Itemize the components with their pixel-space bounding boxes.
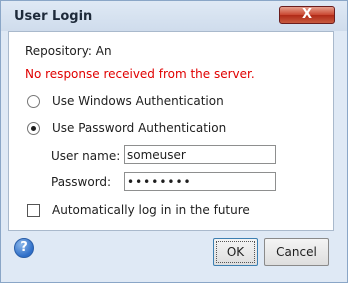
error-message: No response received from the server. bbox=[25, 67, 255, 81]
cancel-button[interactable]: Cancel bbox=[264, 238, 329, 266]
username-input[interactable] bbox=[124, 145, 276, 164]
help-icon[interactable]: ? bbox=[14, 238, 34, 258]
auto-login-checkbox[interactable] bbox=[27, 204, 40, 217]
login-dialog: User Login X Repository: An No response … bbox=[0, 0, 348, 283]
radio-dot-icon bbox=[31, 126, 36, 131]
close-icon: X bbox=[301, 7, 313, 22]
password-label: Password: bbox=[51, 175, 112, 189]
close-button[interactable]: X bbox=[279, 6, 335, 24]
password-input[interactable] bbox=[124, 172, 276, 191]
ok-button[interactable]: OK bbox=[213, 238, 258, 266]
auto-login-label: Automatically log in in the future bbox=[52, 203, 250, 217]
windows-auth-label: Use Windows Authentication bbox=[52, 94, 224, 108]
radio-button-unselected[interactable] bbox=[27, 95, 40, 108]
dialog-title: User Login bbox=[14, 9, 93, 24]
dialog-content: Repository: An No response received from… bbox=[8, 31, 334, 231]
radio-button-selected[interactable] bbox=[27, 122, 40, 135]
repository-label: Repository: An bbox=[25, 44, 112, 58]
title-bar[interactable]: User Login X bbox=[1, 1, 347, 31]
password-auth-label: Use Password Authentication bbox=[52, 121, 227, 135]
username-label: User name: bbox=[51, 149, 121, 163]
